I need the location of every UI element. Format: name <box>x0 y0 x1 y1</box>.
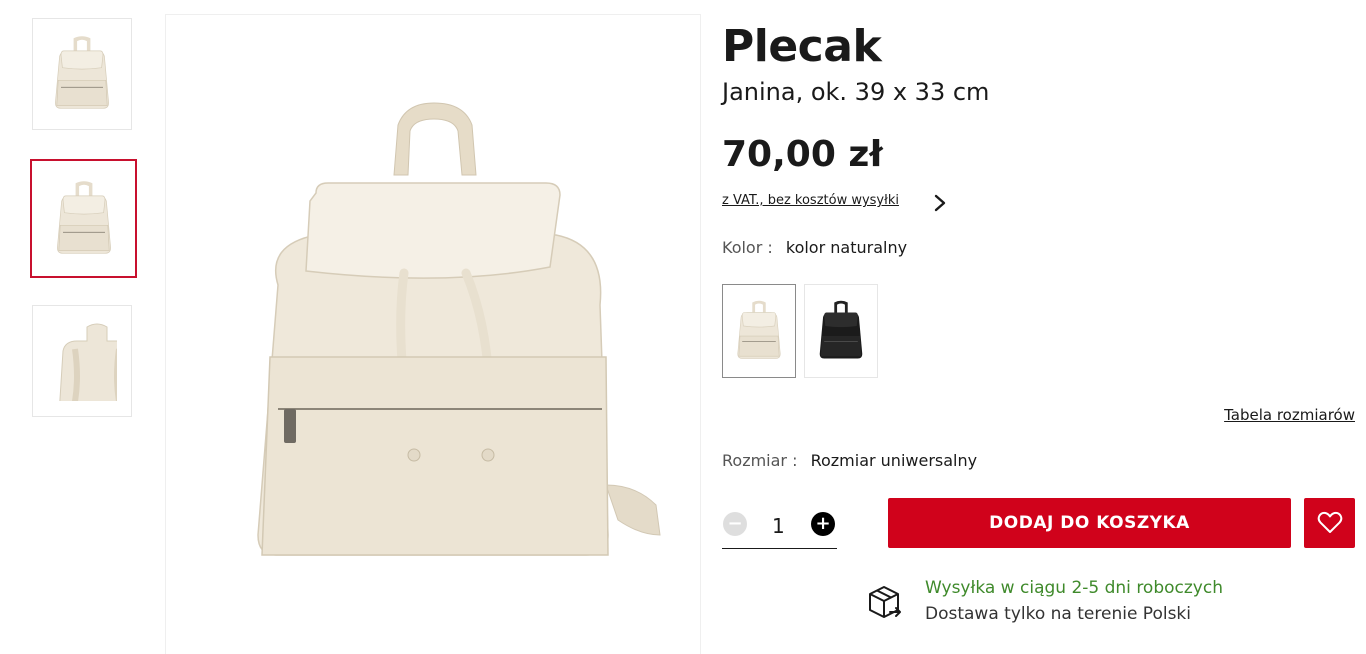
product-price: 70,00 zł <box>722 134 883 175</box>
quantity-increase-button[interactable]: + <box>811 512 835 536</box>
backpack-image <box>257 102 661 556</box>
package-icon <box>869 586 901 618</box>
quantity-value[interactable]: 1 <box>772 514 785 538</box>
thumbnail-3[interactable] <box>32 305 132 417</box>
backpack-back-thumbnail-image <box>59 323 117 401</box>
backpack-black-swatch-image <box>813 296 869 366</box>
color-value: kolor naturalny <box>785 238 908 257</box>
backpack-thumbnail-image <box>49 179 119 259</box>
product-title: Plecak <box>722 21 882 72</box>
size-attribute: Rozmiar : Rozmiar uniwersalny <box>722 451 977 470</box>
heart-icon <box>1317 511 1342 533</box>
backpack-cream-swatch-image <box>731 296 787 366</box>
backpack-thumbnail-image <box>47 34 117 114</box>
shipping-region-text: Dostawa tylko na terenie Polski <box>925 604 1191 624</box>
shipping-time-text: Wysyłka w ciągu 2-5 dni roboczych <box>925 578 1223 598</box>
chevron-right-icon[interactable] <box>930 192 950 214</box>
color-swatch-natural[interactable] <box>722 284 796 378</box>
quantity-decrease-button[interactable]: − <box>723 512 747 536</box>
color-attribute: Kolor : kolor naturalny <box>722 238 907 257</box>
size-chart-link[interactable]: Tabela rozmiarów <box>1224 406 1355 424</box>
main-product-image[interactable] <box>165 14 701 654</box>
wishlist-button[interactable] <box>1304 498 1355 548</box>
thumbnail-1[interactable] <box>32 18 132 130</box>
color-swatch-black[interactable] <box>804 284 878 378</box>
add-to-cart-button[interactable]: DODAJ DO KOSZYKA <box>888 498 1291 548</box>
color-label: Kolor : <box>722 238 773 257</box>
quantity-stepper: − 1 + <box>722 506 837 549</box>
size-value: Rozmiar uniwersalny <box>810 451 978 470</box>
size-label: Rozmiar : <box>722 451 798 470</box>
vat-shipping-link[interactable]: z VAT., bez kosztów wysyłki <box>722 193 899 208</box>
product-subtitle: Janina, ok. 39 x 33 cm <box>722 78 990 106</box>
thumbnail-2[interactable] <box>30 159 137 278</box>
